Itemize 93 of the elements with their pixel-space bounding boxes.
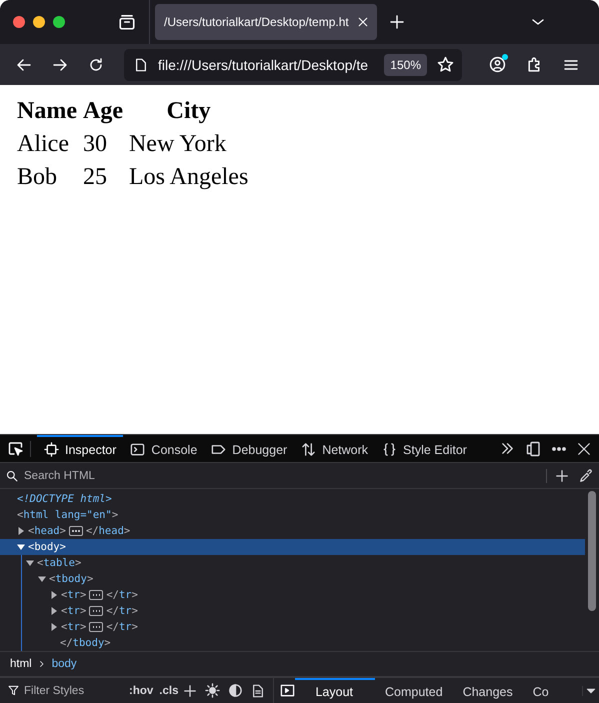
reload-icon[interactable]: [88, 56, 104, 72]
markup-text: <html lang="en">: [17, 509, 118, 521]
markup-row[interactable]: <html lang="en">: [0, 507, 585, 523]
search-icon: [6, 470, 18, 482]
chevrons-right-icon[interactable]: [500, 441, 515, 456]
table-cell-text: Alice: [16, 130, 70, 159]
notification-dot: [502, 54, 508, 60]
plus-icon[interactable]: [555, 468, 569, 482]
sidebar-tab[interactable]: Computed: [375, 678, 453, 703]
sidebar-tab[interactable]: Layout: [295, 678, 375, 703]
table-cell-text: 25: [82, 163, 108, 192]
devtools-tab[interactable]: Network: [294, 435, 376, 462]
markup-row[interactable]: <body>: [0, 539, 585, 555]
collapsed-badge[interactable]: [89, 622, 104, 632]
toggle-button[interactable]: :hov: [126, 684, 156, 696]
filter-field[interactable]: Filter Styles: [22, 684, 126, 698]
sun-icon[interactable]: [205, 683, 220, 698]
markup-text: </tr>: [106, 605, 138, 617]
devtools-tab[interactable]: Console: [123, 435, 204, 462]
markup-text: <body>: [28, 541, 66, 553]
markup-row[interactable]: <tr> </tr>: [46, 619, 585, 635]
expand-arrow-icon[interactable]: [50, 607, 58, 615]
markup-text: <tr>: [61, 605, 86, 617]
page-icon: [134, 58, 148, 72]
expand-arrow-icon[interactable]: [17, 527, 25, 535]
column-header: Age: [82, 97, 124, 126]
markup-text: </tr>: [106, 589, 138, 601]
account-icon[interactable]: [489, 56, 506, 73]
expand-arrow-icon[interactable]: [38, 575, 46, 583]
tag-icon[interactable]: [211, 442, 226, 457]
table-cell: Los Angeles: [128, 163, 250, 192]
table-cell-text: 30: [82, 130, 108, 159]
document-icon[interactable]: [251, 684, 266, 698]
arrows-icon[interactable]: [301, 442, 316, 457]
scrollbar[interactable]: [588, 491, 596, 611]
back-icon[interactable]: [16, 56, 32, 72]
table-cell-text: Bob: [16, 163, 58, 192]
close-icon[interactable]: [577, 442, 591, 456]
markup-row[interactable]: <tr> </tr>: [46, 603, 585, 619]
markup-row[interactable]: <head> </head>: [0, 523, 585, 539]
markup-text: <tr>: [61, 621, 86, 633]
expand-arrow-icon[interactable]: [50, 623, 58, 631]
markup-row[interactable]: <table>: [22, 555, 585, 571]
address-bar[interactable]: file:///Users/tutorialkart/Desktop/te 150%: [124, 48, 462, 80]
expand-arrow-icon[interactable]: [50, 591, 58, 599]
zoom-level[interactable]: 150%: [384, 54, 427, 76]
tab-title: /Users/tutorialkart/Desktop/temp.ht: [164, 15, 350, 29]
collapsed-badge[interactable]: [68, 526, 83, 536]
forward-icon[interactable]: [52, 56, 68, 72]
markup-text: </tr>: [106, 621, 138, 633]
close-window-icon[interactable]: [13, 16, 25, 28]
responsive-icon[interactable]: [525, 440, 541, 456]
devtools-tab[interactable]: Style Editor: [375, 435, 474, 462]
toggle-button[interactable]: .cls: [156, 684, 182, 696]
table-cell-text: New York: [128, 130, 228, 159]
markup-text: <tbody>: [49, 573, 94, 585]
markup-text: <table>: [37, 557, 82, 569]
markup-text: </tbody>: [60, 637, 111, 649]
markup-text: <head>: [28, 525, 66, 537]
search-field[interactable]: Search HTML: [22, 468, 542, 482]
collapsed-badge[interactable]: [89, 606, 104, 616]
filter-icon: [8, 685, 19, 696]
console-icon[interactable]: [130, 442, 146, 457]
tray-icon[interactable]: [118, 13, 136, 31]
column-header: City: [166, 97, 212, 126]
breadcrumb[interactable]: body: [52, 658, 77, 670]
sidebar-tab[interactable]: Co: [522, 678, 559, 703]
star-icon[interactable]: [437, 56, 454, 73]
markup-text: <tr>: [61, 589, 86, 601]
dropdown-caret-icon[interactable]: [586, 686, 596, 696]
sidebar-toggle-icon[interactable]: [280, 683, 296, 698]
column-header: Name: [16, 97, 78, 126]
chevron-right-icon: [38, 660, 46, 668]
sidebar-tab[interactable]: Changes: [452, 678, 523, 703]
markup-row[interactable]: <tbody>: [34, 571, 585, 587]
contrast-icon[interactable]: [228, 683, 244, 698]
devtools-tab[interactable]: Debugger: [204, 435, 294, 462]
zoom-window-icon[interactable]: [53, 16, 65, 28]
markup-text: <!DOCTYPE html>: [17, 493, 112, 505]
expand-arrow-icon[interactable]: [26, 559, 34, 567]
markup-row[interactable]: <tr> </tr>: [46, 587, 585, 603]
devtools-tab[interactable]: Inspector: [37, 435, 124, 462]
markup-text: </head>: [86, 525, 130, 537]
url-text: file:///Users/tutorialkart/Desktop/te: [158, 56, 370, 72]
braces-icon[interactable]: [382, 442, 398, 457]
element-picker-icon[interactable]: [8, 440, 24, 456]
browser-tab[interactable]: /Users/tutorialkart/Desktop/temp.ht: [155, 4, 377, 40]
expand-arrow-icon[interactable]: [17, 543, 25, 551]
plus-icon[interactable]: [183, 684, 198, 698]
inspector-icon[interactable]: [44, 442, 59, 457]
collapsed-badge[interactable]: [89, 590, 104, 600]
breadcrumb[interactable]: html: [10, 658, 32, 670]
minimize-window-icon[interactable]: [33, 16, 45, 28]
